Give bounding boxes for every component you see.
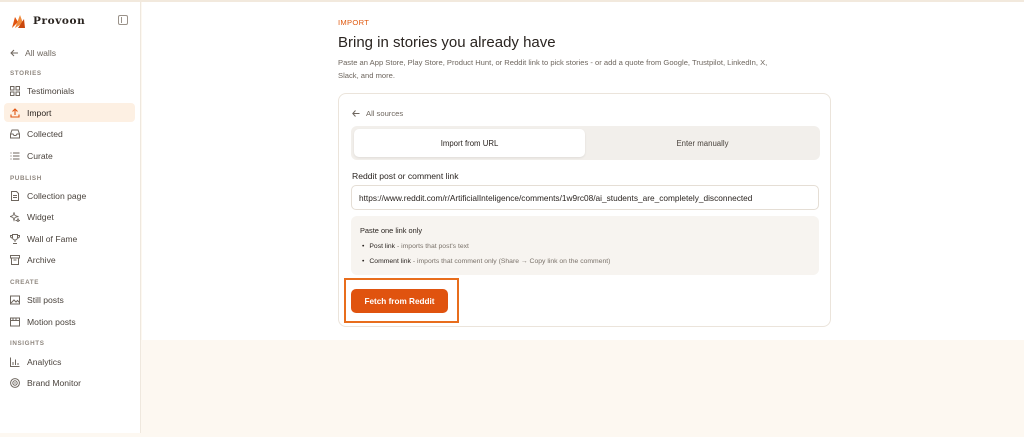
sidebar-item-label: Archive: [27, 254, 56, 265]
bullet-dot: •: [362, 258, 365, 265]
section-stories: STORIES: [10, 70, 42, 77]
help-term: Post link: [369, 243, 396, 250]
sidebar-item-label: Collected: [27, 128, 63, 139]
main-content: IMPORT Bring in stories you already have…: [142, 2, 1024, 340]
sidebar-item-still-posts[interactable]: Still posts: [4, 290, 135, 309]
tab-import-from-url[interactable]: Import from URL: [354, 129, 585, 157]
all-sources-link[interactable]: All sources: [352, 109, 403, 118]
film-icon: [10, 317, 20, 326]
document-icon: [11, 190, 19, 201]
import-card: All sources Import from URL Enter manual…: [338, 93, 831, 327]
arrow-left-icon: [10, 49, 18, 57]
sidebar-item-testimonials[interactable]: Testimonials: [4, 81, 135, 100]
sidebar-item-label: Still posts: [27, 294, 64, 305]
fetch-from-reddit-button[interactable]: Fetch from Reddit: [351, 289, 448, 313]
sidebar-item-analytics[interactable]: Analytics: [4, 352, 135, 371]
sidebar-item-label: Motion posts: [27, 316, 76, 327]
bar-chart-icon: [10, 357, 20, 367]
arrow-left-icon: [352, 110, 360, 117]
sparkle-icon: [10, 211, 20, 222]
help-bullet-post: • Post link - imports that post's text: [362, 243, 469, 250]
inbox-icon: [10, 129, 20, 138]
sidebar-item-motion-posts[interactable]: Motion posts: [4, 312, 135, 331]
section-publish: PUBLISH: [10, 175, 42, 182]
sidebar-item-label: Brand Monitor: [27, 377, 81, 388]
sidebar-item-widget[interactable]: Widget: [4, 207, 135, 226]
back-to-walls-link[interactable]: All walls: [10, 48, 56, 58]
sidebar-item-brand-monitor[interactable]: Brand Monitor: [4, 373, 135, 392]
tab-enter-manually[interactable]: Enter manually: [585, 129, 820, 157]
image-icon: [10, 295, 20, 304]
list-icon: [10, 152, 20, 159]
fox-logo-icon: [12, 15, 25, 28]
sidebar-item-collected[interactable]: Collected: [4, 124, 135, 143]
page-title: Bring in stories you already have: [338, 34, 556, 51]
sidebar: Provoon All walls STORIES Testimonials I…: [0, 2, 141, 433]
sidebar-item-wall-of-fame[interactable]: Wall of Fame: [4, 229, 135, 248]
section-insights: INSIGHTS: [10, 340, 45, 347]
grid-icon: [10, 85, 20, 96]
sidebar-item-import[interactable]: Import: [4, 103, 135, 122]
help-bullet-comment: • Comment link - imports that comment onl…: [362, 258, 610, 265]
radar-icon: [10, 377, 20, 388]
bullet-dot: •: [362, 243, 365, 250]
reddit-link-label: Reddit post or comment link: [352, 171, 459, 181]
page-eyebrow: IMPORT: [338, 18, 370, 27]
sidebar-item-label: Import: [27, 107, 52, 118]
all-sources-label: All sources: [366, 109, 404, 118]
brand[interactable]: Provoon: [10, 11, 85, 31]
sidebar-item-curate[interactable]: Curate: [4, 146, 135, 165]
help-text: - imports that comment only (Share → Cop…: [410, 258, 611, 265]
sidebar-item-label: Analytics: [27, 356, 62, 367]
help-title: Paste one link only: [360, 226, 423, 235]
trophy-icon: [10, 233, 20, 244]
upload-icon: [10, 107, 20, 118]
sidebar-item-collection-page[interactable]: Collection page: [4, 186, 135, 205]
help-box: Paste one link only • Post link - imports…: [351, 216, 819, 275]
sidebar-item-label: Curate: [27, 150, 53, 161]
help-term: Comment link: [369, 258, 411, 265]
help-text: - imports that post's text: [395, 243, 469, 250]
import-mode-tabs: Import from URL Enter manually: [351, 126, 820, 160]
sidebar-item-label: Testimonials: [27, 85, 75, 96]
page-subtitle: Paste an App Store, Play Store, Product …: [338, 58, 768, 80]
sidebar-item-label: Collection page: [27, 190, 87, 201]
collapse-sidebar-icon[interactable]: [118, 15, 128, 25]
back-to-walls-label: All walls: [25, 48, 57, 58]
sidebar-item-label: Widget: [27, 211, 54, 222]
archive-icon: [10, 254, 20, 265]
brand-name: Provoon: [33, 15, 86, 27]
reddit-link-input[interactable]: [351, 185, 819, 210]
sidebar-item-label: Wall of Fame: [27, 233, 78, 244]
section-create: CREATE: [10, 279, 40, 286]
sidebar-item-archive[interactable]: Archive: [4, 250, 135, 269]
